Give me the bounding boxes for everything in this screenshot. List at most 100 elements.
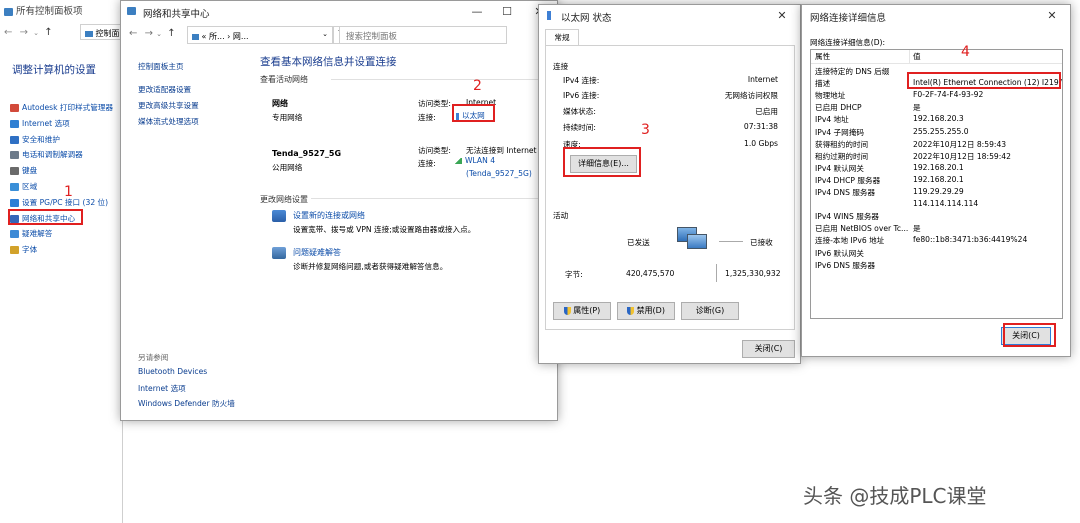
details-row[interactable]: IPv6 默认网关 xyxy=(811,247,1062,260)
column-header-property[interactable]: 属性 xyxy=(815,51,909,62)
details-row[interactable]: IPv4 默认网关 192.168.20.1 xyxy=(811,162,1062,175)
details-row[interactable]: IPv6 DNS 服务器 xyxy=(811,259,1062,272)
cp-item-label: 安全和维护 xyxy=(22,134,60,144)
divider xyxy=(311,198,545,199)
cp-item[interactable]: 电话和调制解调器 xyxy=(10,149,83,160)
cp-address-bar[interactable]: 控制面 xyxy=(80,24,122,40)
cp-item-label: 电话和调制解调器 xyxy=(22,150,83,160)
net1-access-label: 访问类型: xyxy=(418,99,451,108)
dropdown-icon[interactable]: ⌄ xyxy=(156,30,162,38)
wlan-link[interactable]: WLAN 4 xyxy=(454,156,495,165)
cp-item-label: Autodesk 打印样式管理器 xyxy=(22,103,114,112)
ethernet-icon xyxy=(547,11,551,20)
address-dropdown-icon[interactable]: ⌄ xyxy=(322,30,328,38)
close-button[interactable]: ✕ xyxy=(770,7,794,25)
see-also-link[interactable]: Bluetooth Devices xyxy=(138,367,207,376)
activity-group-title: 活动 xyxy=(553,211,569,220)
cp-item[interactable]: 疑难解答 xyxy=(10,228,52,239)
details-row-property: IPv4 DNS 服务器 xyxy=(815,188,876,197)
close-button[interactable]: ✕ xyxy=(1040,7,1064,25)
details-row[interactable]: IPv4 DNS 服务器 119.29.29.29 xyxy=(811,186,1062,199)
cp-item[interactable]: Internet 选项 xyxy=(10,118,70,129)
net2-name: Tenda_9527_5G xyxy=(272,149,342,158)
forward-arrow-icon[interactable]: → xyxy=(20,27,28,38)
details-row[interactable]: 已启用 DHCP 是 xyxy=(811,101,1062,114)
details-row-value: 是 xyxy=(913,224,921,234)
status-titlebar: 以太网 状态 ✕ xyxy=(539,5,800,27)
details-row[interactable]: 已启用 NetBIOS over Tc... 是 xyxy=(811,222,1062,235)
setup-connection-link[interactable]: 设置新的连接或网络 xyxy=(293,210,365,221)
see-also-link[interactable]: Windows Defender 防火墙 xyxy=(138,398,235,409)
back-arrow-icon[interactable]: ← xyxy=(4,27,12,38)
details-row[interactable]: 租约过期的时间 2022年10月12日 18:59:42 xyxy=(811,150,1062,163)
properties-button[interactable]: 属性(P) xyxy=(553,302,611,320)
network-activity-icon xyxy=(677,225,707,251)
details-row[interactable]: IPv4 DHCP 服务器 192.168.20.1 xyxy=(811,174,1062,187)
cp-item-icon xyxy=(10,135,19,144)
details-row-property: IPv4 默认网关 xyxy=(815,163,864,173)
annotation-1: 1 xyxy=(64,184,73,200)
details-row[interactable]: 连接-本地 IPv6 地址 fe80::1b8:3471:b36:4419%24 xyxy=(811,234,1062,247)
troubleshoot-link[interactable]: 问题疑难解答 xyxy=(293,247,341,258)
control-panel-icon xyxy=(4,7,13,16)
cp-item[interactable]: 区域 xyxy=(10,181,37,192)
nsc-side-link[interactable]: 更改高级共享设置 xyxy=(138,100,199,111)
status-row-label: IPv6 连接: xyxy=(563,91,600,100)
status-close-button[interactable]: 关闭(C) xyxy=(742,340,795,358)
cp-item[interactable]: 键盘 xyxy=(10,165,37,176)
details-row-property: IPv4 子网掩码 xyxy=(815,127,864,137)
cp-title: 所有控制面板项 xyxy=(4,3,83,17)
cp-item[interactable]: 字体 xyxy=(10,244,37,255)
details-row-value: 192.168.20.3 xyxy=(913,114,964,124)
cp-nav: ← → ⌄ ↑ xyxy=(4,27,53,38)
dropdown-icon[interactable]: ⌄ xyxy=(33,29,39,37)
nsc-heading: 查看基本网络信息并设置连接 xyxy=(260,56,397,68)
details-row[interactable]: IPv4 地址 192.168.20.3 xyxy=(811,113,1062,126)
cp-item[interactable]: 安全和维护 xyxy=(10,134,60,145)
details-list[interactable]: 属性 值 连接特定的 DNS 后缀 描述 Intel(R) Ethernet Con… xyxy=(810,49,1063,319)
details-row[interactable]: IPv4 子网掩码 255.255.255.0 xyxy=(811,126,1062,139)
maximize-button[interactable]: ☐ xyxy=(495,3,519,21)
cp-item-icon xyxy=(10,119,19,128)
details-row-property: IPv6 默认网关 xyxy=(815,248,864,258)
details-row[interactable]: 物理地址 F0-2F-74-F4-93-92 xyxy=(811,89,1062,102)
control-panel-window: 所有控制面板项 ← → ⌄ ↑ 控制面 调整计算机的设置 Autodesk 打印… xyxy=(0,0,123,523)
nsc-search-icon-wrap xyxy=(505,26,523,44)
nsc-side-link[interactable]: 更改适配器设置 xyxy=(138,84,191,95)
network-icon xyxy=(127,7,136,15)
up-arrow-icon[interactable]: ↑ xyxy=(44,27,52,38)
back-arrow-icon[interactable]: ← xyxy=(129,28,137,39)
cp-item-icon xyxy=(10,151,19,160)
nsc-address-bar[interactable]: « 所... › 网... ⌄ xyxy=(187,26,333,44)
details-label: 网络连接详细信息(D): xyxy=(810,38,886,47)
see-also-link[interactable]: Internet 选项 xyxy=(138,383,186,394)
details-row-value: 255.255.255.0 xyxy=(913,126,969,136)
nsc-nav: ← → ⌄ ↑ xyxy=(129,28,176,39)
ethernet-status-dialog: 以太网 状态 ✕ 常规 连接 IPv4 连接: Internet IPv6 连接: 无… xyxy=(538,4,801,364)
cp-item[interactable]: 设置 PG/PC 接口 (32 位) xyxy=(10,197,108,208)
status-row-label: IPv4 连接: xyxy=(563,76,600,85)
tab-general[interactable]: 常规 xyxy=(545,29,579,46)
details-row[interactable]: IPv4 WINS 服务器 xyxy=(811,210,1062,223)
wlan-ssid[interactable]: (Tenda_9527_5G) xyxy=(466,169,532,178)
column-header-value[interactable]: 值 xyxy=(913,51,921,62)
details-header-row: 属性 值 xyxy=(811,50,1062,64)
up-arrow-icon[interactable]: ↑ xyxy=(167,28,175,39)
details-row[interactable]: 获得租约的时间 2022年10月12日 8:59:43 xyxy=(811,138,1062,151)
cp-item-icon xyxy=(10,183,19,191)
cp-item[interactable]: Autodesk 打印样式管理器 xyxy=(10,102,113,113)
nsc-side-link[interactable]: 控制面板主页 xyxy=(138,61,184,72)
search-box[interactable]: 搜索控制面板 xyxy=(339,26,507,44)
minimize-button[interactable]: — xyxy=(465,3,489,21)
cp-item-label: Internet 选项 xyxy=(22,118,70,128)
details-row-property: IPv4 WINS 服务器 xyxy=(815,212,880,222)
setup-connection-desc: 设置宽带、拨号或 VPN 连接;或设置路由器或接入点。 xyxy=(293,225,476,234)
nsc-side-link[interactable]: 媒体流式处理选项 xyxy=(138,116,199,127)
status-row-value: 1.0 Gbps xyxy=(744,139,778,148)
forward-arrow-icon[interactable]: → xyxy=(145,28,153,39)
disable-button[interactable]: 禁用(D) xyxy=(617,302,675,320)
details-row[interactable]: 114.114.114.114 xyxy=(811,198,1062,211)
network-sharing-center-window: 网络和共享中心 — ☐ ✕ ← → ⌄ ↑ « 所... › 网... ⌄ ↻ … xyxy=(120,0,558,421)
status-row-label: 媒体状态: xyxy=(563,107,596,116)
diagnose-button[interactable]: 诊断(G) xyxy=(681,302,739,320)
